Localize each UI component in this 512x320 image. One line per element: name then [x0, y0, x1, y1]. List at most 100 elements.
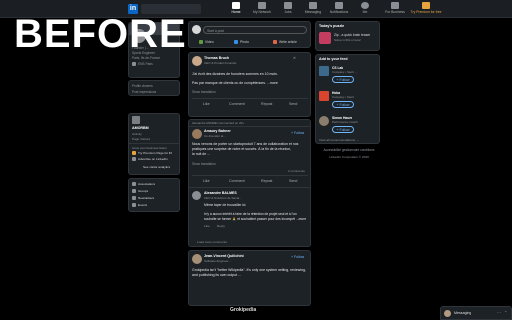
show-translation-link[interactable]: Show translation: [192, 90, 216, 94]
nav-messaging[interactable]: Messaging: [300, 2, 326, 16]
nav-jobs[interactable]: Jobs: [275, 2, 301, 16]
chevron-up-icon[interactable]: ⌃: [504, 310, 507, 315]
profile-line-4: ENS Paris: [138, 62, 153, 66]
comments-count[interactable]: 2 comments: [288, 169, 305, 173]
repost-button[interactable]: Repost: [261, 102, 272, 106]
link-groups[interactable]: Groups: [138, 189, 148, 193]
nav-for-business[interactable]: For Business: [382, 2, 408, 16]
like-button[interactable]: Like: [203, 179, 210, 183]
start-post-input[interactable]: Start a post: [203, 26, 307, 34]
comment-text: In'y a aucun intérêt à faire de la réten…: [204, 212, 297, 216]
comment-like[interactable]: Like: [204, 224, 210, 228]
page-name[interactable]: AMORBM: [132, 126, 149, 130]
profile-line-3: Paris, Île-de-France: [132, 56, 160, 60]
puzzle-name[interactable]: Zip - a quick brain teaser: [334, 33, 370, 37]
show-translation-link[interactable]: Show translation: [192, 162, 216, 166]
comment-button[interactable]: Comment: [229, 179, 245, 183]
video-button[interactable]: Video: [205, 40, 214, 44]
author-avatar[interactable]: [192, 56, 202, 66]
nav-try-premium[interactable]: Try Premium for free: [410, 2, 442, 16]
avatar-icon: [361, 2, 369, 9]
divider: [192, 98, 308, 99]
author-avatar[interactable]: [192, 254, 202, 264]
page-card: AMORBM Activity Page Visitors Grow your …: [128, 113, 180, 175]
photo-button[interactable]: Photo: [240, 40, 249, 44]
nav-me[interactable]: Me: [352, 2, 378, 16]
profile-viewers[interactable]: Profile viewers: [132, 84, 153, 88]
events-icon: [132, 203, 136, 207]
try-premium-page-link[interactable]: Try Premium Page for €0: [138, 151, 172, 155]
advertise-link[interactable]: Advertise on LinkedIn: [138, 157, 168, 161]
comment-author-headline: CEO & Solutions de Santé...: [204, 196, 242, 200]
comment-text: Même taper de trouvailler ici.: [204, 203, 247, 207]
commenter-avatar[interactable]: [192, 191, 201, 200]
send-button[interactable]: Send: [289, 102, 297, 106]
more-icon[interactable]: ⋯: [497, 310, 501, 315]
see-visitor-analytics-link[interactable]: See visitor analytics: [143, 165, 170, 169]
link-newsletters[interactable]: Newsletters: [138, 196, 154, 200]
network-icon: [258, 2, 266, 9]
suggestion-avatar[interactable]: [319, 91, 329, 101]
bell-icon: [335, 2, 343, 9]
puzzle-title: Today's puzzle: [319, 24, 345, 28]
premium-icon: [132, 151, 136, 155]
comment-text: souhaite se former 🙏 et souhaitent passe…: [204, 217, 307, 221]
nav-my-network[interactable]: My Network: [249, 2, 275, 16]
comment-author[interactable]: Alexandre BALMES: [204, 191, 237, 195]
grid-icon: [391, 2, 399, 9]
footer-links[interactable]: Accessibilité gestionnaire conditions: [318, 148, 380, 152]
post-context: Alexandre ANDREI commented on this: [192, 121, 244, 125]
nav-notifications[interactable]: Notifications: [326, 2, 352, 16]
view-all-recommendations[interactable]: View all recommendations →: [319, 138, 359, 142]
comment-button[interactable]: Comment: [229, 102, 245, 106]
briefcase-icon: [284, 2, 292, 9]
feed-post: Thomas Bruch CEO & Product Founder ✕ J'a…: [188, 52, 311, 117]
home-icon: [232, 2, 240, 9]
load-more-comments[interactable]: Load more comments: [197, 240, 227, 244]
post-author[interactable]: Thomas Bruch: [204, 56, 229, 60]
profile-stats: Profile viewers Post impressions: [128, 80, 180, 96]
post-author[interactable]: Amaury Bahner: [204, 129, 231, 133]
like-button[interactable]: Like: [203, 102, 210, 106]
write-article-button[interactable]: Write article: [279, 40, 297, 44]
messaging-avatar: [444, 310, 451, 317]
premium-icon: [422, 2, 430, 9]
post-author[interactable]: Jean-Vincent Quilichini: [204, 254, 244, 258]
comment-thread: Alexandre BALMES CEO & Solutions de Sant…: [188, 187, 311, 247]
nav-home[interactable]: Home: [223, 2, 249, 16]
copyright: LinkedIn Corporation © 2026: [329, 155, 369, 159]
suggestion-avatar[interactable]: [319, 66, 329, 76]
messaging-icon: [309, 2, 317, 9]
school-icon: [132, 62, 136, 66]
link-events[interactable]: Events: [138, 203, 147, 207]
suggestion-headline: Company • Sport: [332, 95, 354, 99]
page-activity[interactable]: Activity: [132, 132, 142, 136]
comment-reply[interactable]: Reply: [217, 224, 225, 228]
messaging-bar[interactable]: Messaging ⋯ ⌃: [440, 306, 512, 320]
groups-icon: [132, 189, 136, 193]
follow-button[interactable]: + Follow: [332, 101, 354, 108]
post-text-line: J'ai écrit des dizaines de founders somm…: [192, 72, 278, 76]
video-icon: [199, 40, 203, 44]
link-associations[interactable]: Associations: [138, 182, 155, 186]
feed-post: Jean-Vincent Quilichini Software Enginee…: [188, 250, 311, 306]
author-avatar[interactable]: [192, 129, 202, 139]
suggestion-avatar[interactable]: [319, 116, 329, 126]
newsletters-icon: [132, 196, 136, 200]
post-text-line: Nous venons de porter un startuproduit 7…: [192, 142, 299, 146]
post-impressions[interactable]: Post impressions: [132, 90, 156, 94]
post-author-headline: Software Engineer ...: [204, 259, 233, 263]
follow-button[interactable]: + Follow: [332, 126, 354, 133]
close-icon[interactable]: ✕: [293, 56, 296, 60]
before-label: BEFORE: [14, 12, 187, 56]
post-author-headline: Co-Founder at ...: [204, 134, 227, 138]
send-button[interactable]: Send: [289, 179, 297, 183]
repost-button[interactable]: Repost: [261, 179, 272, 183]
article-icon: [273, 40, 277, 44]
follow-button[interactable]: + Follow: [332, 76, 354, 83]
page-visitors[interactable]: Page Visitors: [132, 137, 150, 141]
follow-button[interactable]: + Follow: [291, 255, 304, 259]
post-text-line: pratiques une surprise de notre et succè…: [192, 147, 292, 151]
follow-button[interactable]: + Follow: [291, 131, 304, 135]
divider: [192, 175, 308, 176]
